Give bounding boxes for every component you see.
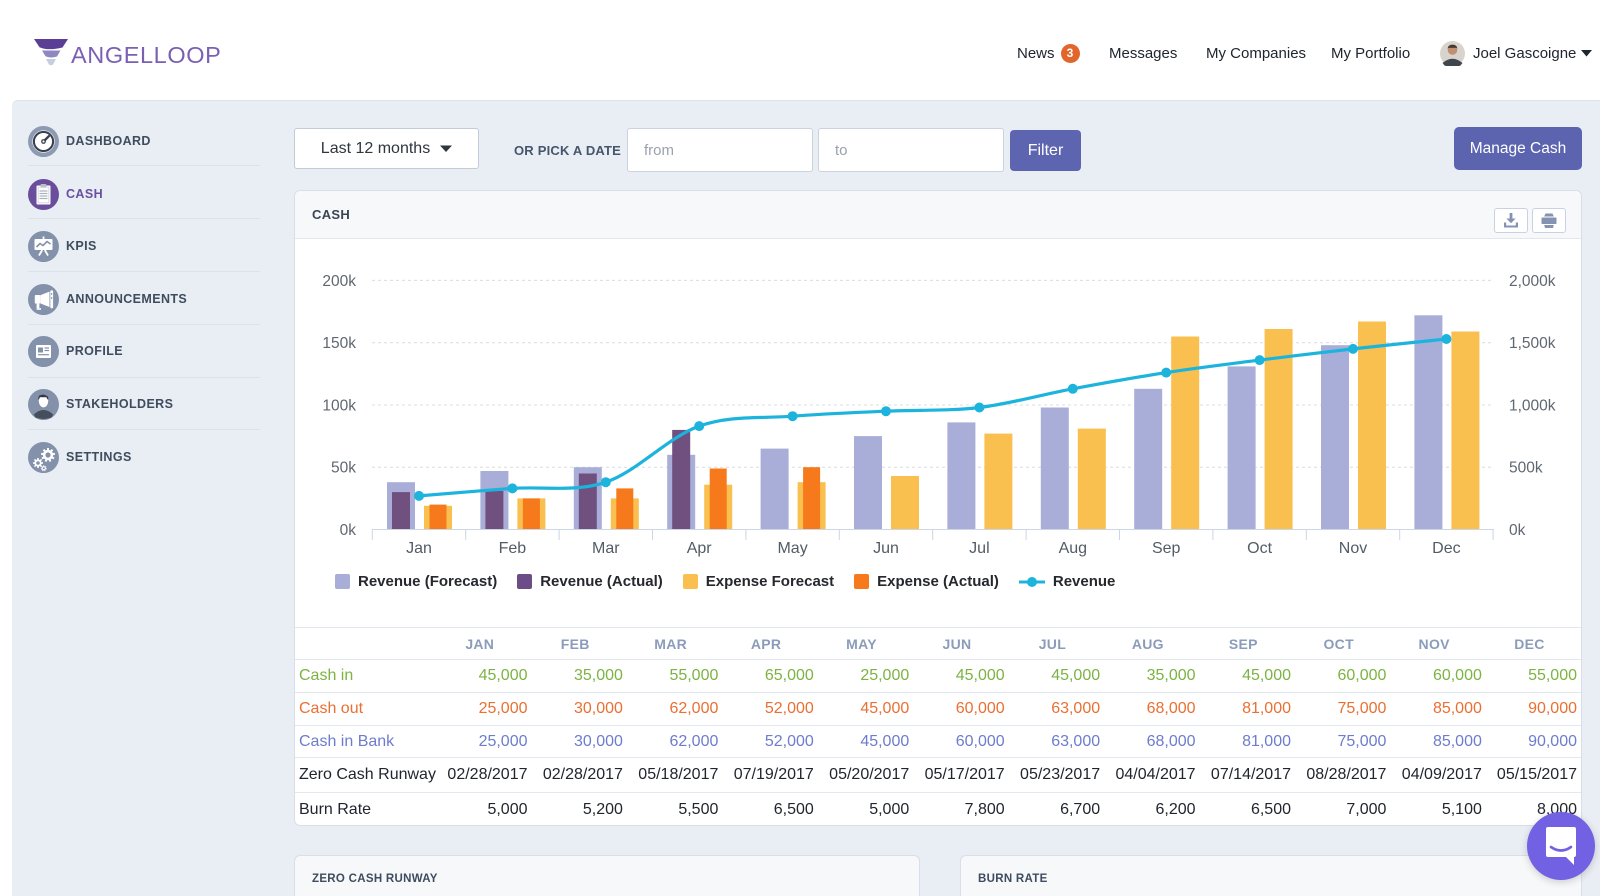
svg-text:50k: 50k <box>331 460 356 477</box>
svg-text:Mar: Mar <box>592 540 620 557</box>
svg-text:Apr: Apr <box>687 540 713 557</box>
svg-text:0k: 0k <box>340 522 357 539</box>
svg-text:100k: 100k <box>322 398 356 415</box>
svg-text:200k: 200k <box>322 273 356 290</box>
svg-text:Nov: Nov <box>1339 540 1367 557</box>
svg-text:Oct: Oct <box>1247 540 1272 557</box>
svg-text:Aug: Aug <box>1059 540 1087 557</box>
svg-text:150k: 150k <box>322 335 356 352</box>
svg-text:Dec: Dec <box>1432 540 1460 557</box>
svg-text:Jul: Jul <box>969 540 989 557</box>
svg-text:Jun: Jun <box>873 540 899 557</box>
svg-text:Sep: Sep <box>1152 540 1181 557</box>
svg-text:500k: 500k <box>1509 460 1543 477</box>
svg-text:1,000k: 1,000k <box>1509 398 1556 415</box>
svg-text:Jan: Jan <box>406 540 432 557</box>
svg-text:2,000k: 2,000k <box>1509 273 1556 290</box>
svg-text:ANGELLOOP: ANGELLOOP <box>71 42 221 68</box>
svg-text:1,500k: 1,500k <box>1509 335 1556 352</box>
svg-text:Feb: Feb <box>499 540 527 557</box>
svg-text:May: May <box>777 540 807 557</box>
svg-text:0k: 0k <box>1509 522 1526 539</box>
